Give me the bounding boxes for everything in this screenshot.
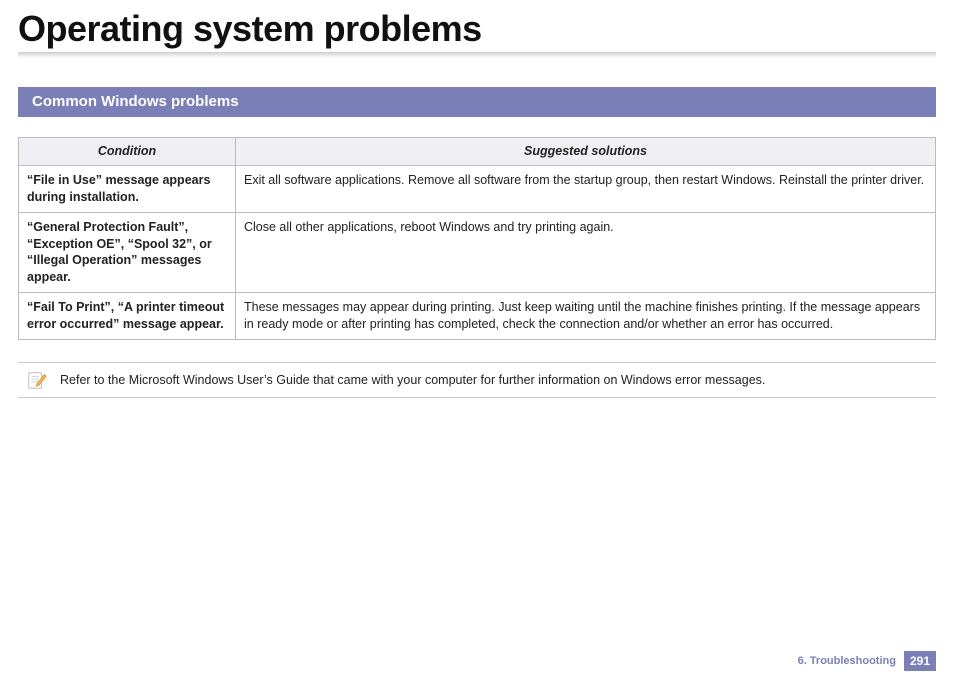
table-row: “File in Use” message appears during ins… [19,165,936,212]
solution-cell: Exit all software applications. Remove a… [236,165,936,212]
solution-cell: These messages may appear during printin… [236,293,936,340]
footer-chapter: 6. Troubleshooting [798,655,896,667]
table-row: “General Protection Fault”, “Exception O… [19,212,936,293]
condition-cell: “File in Use” message appears during ins… [19,165,236,212]
col-header-condition: Condition [19,138,236,166]
problems-table: Condition Suggested solutions “File in U… [18,137,936,340]
note-icon [26,369,48,391]
footer-page-number: 291 [904,651,936,671]
condition-cell: “General Protection Fault”, “Exception O… [19,212,236,293]
title-rule [18,52,936,59]
section-heading: Common Windows problems [18,87,936,117]
note-text: Refer to the Microsoft Windows User’s Gu… [60,373,765,387]
solution-cell: Close all other applications, reboot Win… [236,212,936,293]
table-row: “Fail To Print”, “A printer timeout erro… [19,293,936,340]
page-footer: 6. Troubleshooting 291 [798,651,936,671]
page-title: Operating system problems [18,8,936,50]
condition-cell: “Fail To Print”, “A printer timeout erro… [19,293,236,340]
note-block: Refer to the Microsoft Windows User’s Gu… [18,362,936,398]
col-header-solutions: Suggested solutions [236,138,936,166]
